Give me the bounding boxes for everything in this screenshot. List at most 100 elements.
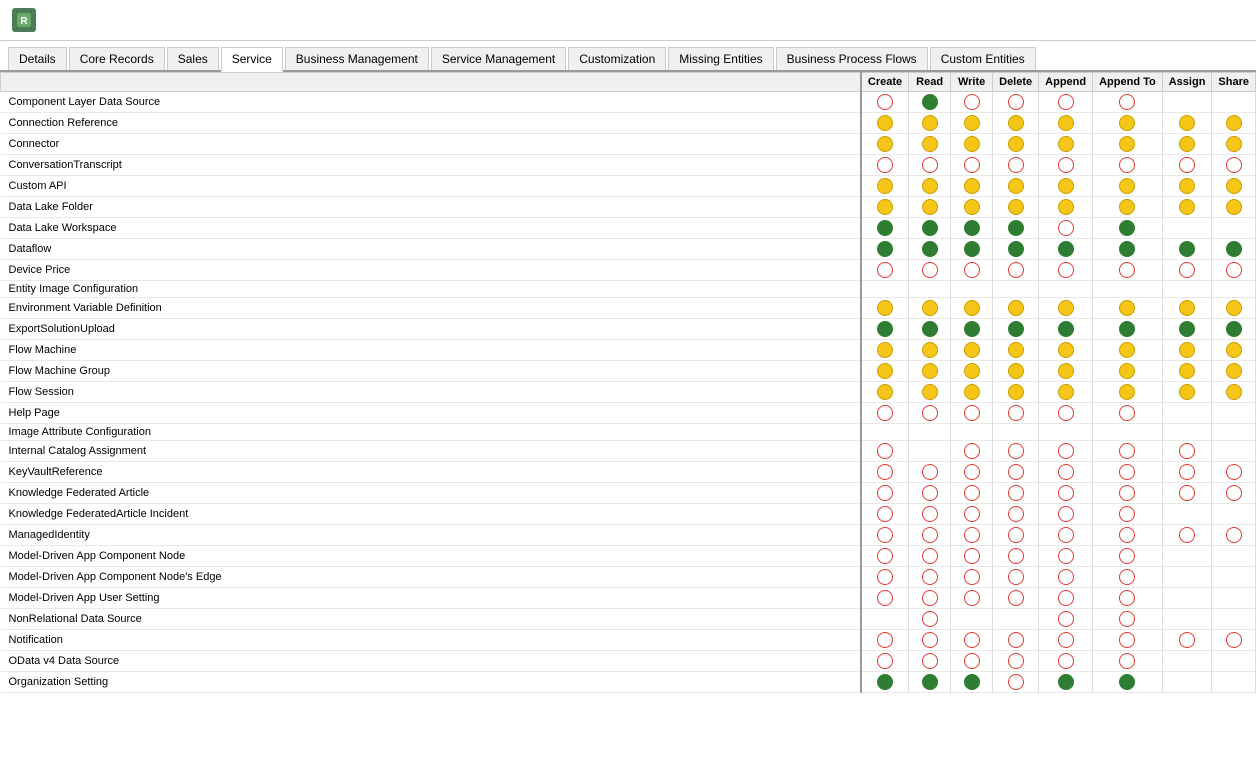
permission-dot[interactable] (877, 94, 893, 110)
perm-cell[interactable] (1162, 113, 1212, 134)
permission-dot[interactable] (922, 342, 938, 358)
perm-cell[interactable] (1212, 672, 1256, 693)
perm-cell[interactable] (1039, 218, 1093, 239)
permission-dot[interactable] (1008, 300, 1024, 316)
perm-cell[interactable] (861, 319, 909, 340)
perm-cell[interactable] (1093, 588, 1163, 609)
perm-cell[interactable] (1093, 403, 1163, 424)
permission-dot[interactable] (1226, 241, 1242, 257)
permission-dot[interactable] (1008, 241, 1024, 257)
permission-dot[interactable] (877, 321, 893, 337)
perm-cell[interactable] (1212, 197, 1256, 218)
perm-cell[interactable] (1093, 567, 1163, 588)
perm-cell[interactable] (909, 298, 951, 319)
permission-dot[interactable] (1119, 199, 1135, 215)
permission-dot[interactable] (1058, 527, 1074, 543)
perm-cell[interactable] (861, 92, 909, 113)
permission-dot[interactable] (1058, 506, 1074, 522)
permission-dot[interactable] (1008, 464, 1024, 480)
permission-dot[interactable] (1058, 199, 1074, 215)
perm-cell[interactable] (1162, 672, 1212, 693)
perm-cell[interactable] (861, 588, 909, 609)
permission-dot[interactable] (877, 569, 893, 585)
permission-dot[interactable] (1226, 178, 1242, 194)
permission-dot[interactable] (1119, 262, 1135, 278)
perm-cell[interactable] (951, 504, 993, 525)
perm-cell[interactable] (1162, 403, 1212, 424)
permission-dot[interactable] (964, 94, 980, 110)
permission-dot[interactable] (1119, 384, 1135, 400)
permission-dot[interactable] (964, 632, 980, 648)
permission-dot[interactable] (1119, 569, 1135, 585)
perm-cell[interactable] (993, 155, 1039, 176)
perm-cell[interactable] (1162, 281, 1212, 298)
perm-cell[interactable] (1039, 483, 1093, 504)
permission-dot[interactable] (1179, 241, 1195, 257)
permission-dot[interactable] (964, 506, 980, 522)
perm-cell[interactable] (1212, 298, 1256, 319)
perm-cell[interactable] (1039, 92, 1093, 113)
permission-dot[interactable] (1226, 632, 1242, 648)
perm-cell[interactable] (909, 441, 951, 462)
permission-dot[interactable] (877, 342, 893, 358)
permission-dot[interactable] (922, 506, 938, 522)
permission-dot[interactable] (1058, 94, 1074, 110)
permission-dot[interactable] (964, 405, 980, 421)
perm-cell[interactable] (1039, 239, 1093, 260)
permission-dot[interactable] (964, 136, 980, 152)
permission-dot[interactable] (1008, 363, 1024, 379)
perm-cell[interactable] (909, 281, 951, 298)
permission-dot[interactable] (922, 590, 938, 606)
perm-cell[interactable] (1162, 134, 1212, 155)
permission-dot[interactable] (877, 506, 893, 522)
perm-cell[interactable] (1162, 197, 1212, 218)
perm-cell[interactable] (1093, 609, 1163, 630)
perm-cell[interactable] (909, 176, 951, 197)
perm-cell[interactable] (1212, 281, 1256, 298)
perm-cell[interactable] (1039, 567, 1093, 588)
tab-core-records[interactable]: Core Records (69, 47, 165, 70)
perm-cell[interactable] (1212, 424, 1256, 441)
perm-cell[interactable] (1039, 298, 1093, 319)
permission-dot[interactable] (877, 220, 893, 236)
permission-dot[interactable] (922, 611, 938, 627)
permission-dot[interactable] (922, 569, 938, 585)
perm-cell[interactable] (1212, 462, 1256, 483)
permission-dot[interactable] (1226, 115, 1242, 131)
perm-cell[interactable] (1093, 340, 1163, 361)
permission-dot[interactable] (964, 363, 980, 379)
perm-cell[interactable] (1212, 239, 1256, 260)
perm-cell[interactable] (1162, 382, 1212, 403)
perm-cell[interactable] (861, 382, 909, 403)
permission-dot[interactable] (1119, 464, 1135, 480)
permission-dot[interactable] (922, 115, 938, 131)
permission-dot[interactable] (922, 220, 938, 236)
perm-cell[interactable] (861, 340, 909, 361)
permission-dot[interactable] (1058, 674, 1074, 690)
permission-dot[interactable] (922, 241, 938, 257)
permission-dot[interactable] (877, 485, 893, 501)
perm-cell[interactable] (1162, 176, 1212, 197)
perm-cell[interactable] (909, 424, 951, 441)
perm-cell[interactable] (951, 567, 993, 588)
perm-cell[interactable] (861, 567, 909, 588)
permission-dot[interactable] (964, 262, 980, 278)
permission-dot[interactable] (964, 674, 980, 690)
permission-dot[interactable] (922, 199, 938, 215)
permission-dot[interactable] (1008, 262, 1024, 278)
tab-service-management[interactable]: Service Management (431, 47, 566, 70)
permission-dot[interactable] (1058, 300, 1074, 316)
permission-dot[interactable] (922, 653, 938, 669)
permission-dot[interactable] (877, 443, 893, 459)
perm-cell[interactable] (1039, 609, 1093, 630)
perm-cell[interactable] (951, 113, 993, 134)
permission-dot[interactable] (877, 548, 893, 564)
perm-cell[interactable] (951, 92, 993, 113)
perm-cell[interactable] (1039, 113, 1093, 134)
perm-cell[interactable] (861, 361, 909, 382)
permission-dot[interactable] (1119, 405, 1135, 421)
permission-dot[interactable] (964, 443, 980, 459)
perm-cell[interactable] (1039, 441, 1093, 462)
perm-cell[interactable] (1212, 382, 1256, 403)
permission-dot[interactable] (1179, 485, 1195, 501)
